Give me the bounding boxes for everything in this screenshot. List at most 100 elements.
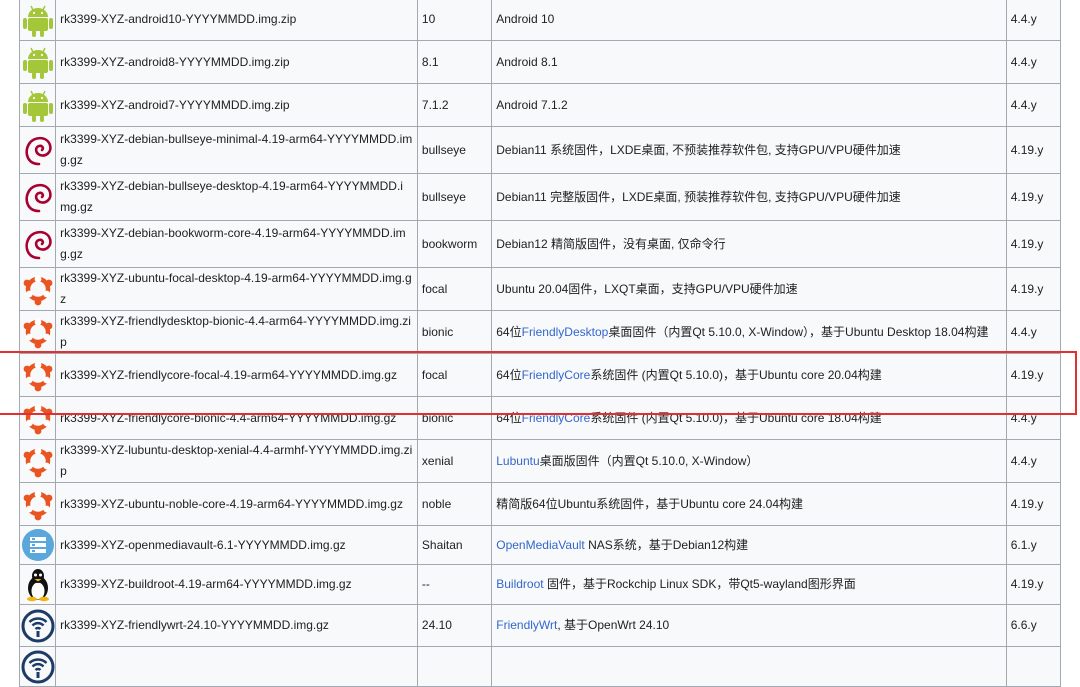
kernel-cell: 4.19.y <box>1005 482 1062 526</box>
description-text: Android 7.1.2 <box>496 97 568 112</box>
codename-cell: Shaitan <box>416 525 493 565</box>
firmware-table-body: rk3399-XYZ-android10-YYYYMMDD.img.zip 10… <box>18 0 1062 687</box>
description-text: Android 8.1 <box>496 54 558 69</box>
kernel-cell: 4.4.y <box>1005 0 1062 41</box>
filename-cell: rk3399-XYZ-friendlycore-bionic-4.4-arm64… <box>55 396 418 440</box>
description-link[interactable]: FriendlyDesktop <box>522 325 609 339</box>
codename-cell: focal <box>416 267 493 311</box>
os-icon-cell <box>18 0 57 41</box>
description-cell: Android 7.1.2 <box>491 83 1007 127</box>
kernel-cell: 4.4.y <box>1005 396 1062 440</box>
description-text: 64位 <box>496 367 522 382</box>
table-row: rk3399-XYZ-android10-YYYYMMDD.img.zip 10… <box>18 0 1062 41</box>
table-row <box>18 646 1062 687</box>
description-text: Debian12 精简版固件，没有桌面, 仅命令行 <box>496 236 726 251</box>
filename-cell: rk3399-XYZ-android8-YYYYMMDD.img.zip <box>55 40 418 84</box>
os-icon-cell <box>18 396 57 440</box>
description-text-suffix: 固件，基于Rockchip Linux SDK，带Qt5-wayland图形界面 <box>543 577 856 591</box>
description-text: Android 10 <box>496 12 555 26</box>
filename-cell <box>55 646 418 687</box>
kernel-cell: 4.19.y <box>1005 267 1062 311</box>
table-row: rk3399-XYZ-lubuntu-desktop-xenial-4.4-ar… <box>18 439 1062 483</box>
description-link[interactable]: Buildroot <box>496 577 543 591</box>
ubuntu-icon <box>21 271 55 307</box>
kernel-cell: 4.4.y <box>1005 310 1062 354</box>
description-cell: Lubuntu桌面版固件（内置Qt 5.10.0, X-Window） <box>491 439 1007 483</box>
description-link[interactable]: Lubuntu <box>496 454 539 468</box>
filename-cell: rk3399-XYZ-friendlydesktop-bionic-4.4-ar… <box>55 310 418 354</box>
table-row: rk3399-XYZ-android7-YYYYMMDD.img.zip 7.1… <box>18 83 1062 127</box>
description-text: Debian11 完整版固件，LXDE桌面, 预装推荐软件包, 支持GPU/VP… <box>496 189 901 204</box>
description-cell: Debian11 系统固件，LXDE桌面, 不预装推荐软件包, 支持GPU/VP… <box>491 126 1007 174</box>
debian-icon <box>21 177 55 217</box>
ubuntu-icon <box>21 443 55 479</box>
os-icon-cell <box>18 173 57 221</box>
table-row: rk3399-XYZ-friendlycore-bionic-4.4-arm64… <box>18 396 1062 440</box>
ubuntu-icon <box>21 357 55 393</box>
description-link[interactable]: OpenMediaVault <box>496 538 585 552</box>
kernel-cell: 4.19.y <box>1005 173 1062 221</box>
filename-cell: rk3399-XYZ-ubuntu-noble-core-4.19-arm64-… <box>55 482 418 526</box>
table-row: rk3399-XYZ-openmediavault-6.1-YYYYMMDD.i… <box>18 525 1062 565</box>
description-link[interactable]: FriendlyCore <box>522 411 591 425</box>
os-icon-cell <box>18 646 57 687</box>
table-row: rk3399-XYZ-android8-YYYYMMDD.img.zip 8.1… <box>18 40 1062 84</box>
description-text-suffix: , 基于OpenWrt 24.10 <box>557 618 670 632</box>
os-icon-cell <box>18 604 57 647</box>
description-cell: OpenMediaVault NAS系统，基于Debian12构建 <box>491 525 1007 565</box>
android-icon <box>21 2 55 38</box>
description-cell: Buildroot 固件，基于Rockchip Linux SDK，带Qt5-w… <box>491 564 1007 605</box>
filename-cell: rk3399-XYZ-openmediavault-6.1-YYYYMMDD.i… <box>55 525 418 565</box>
friendlywrt-icon <box>21 649 55 685</box>
debian-icon <box>21 130 55 170</box>
codename-cell: focal <box>416 353 493 397</box>
table-row: rk3399-XYZ-friendlycore-focal-4.19-arm64… <box>18 353 1062 397</box>
os-icon-cell <box>18 482 57 526</box>
description-link[interactable]: FriendlyCore <box>522 368 591 382</box>
kernel-cell: 4.19.y <box>1005 220 1062 268</box>
filename-cell: rk3399-XYZ-debian-bullseye-desktop-4.19-… <box>55 173 418 221</box>
description-cell: Android 8.1 <box>491 40 1007 84</box>
firmware-image-table: rk3399-XYZ-android10-YYYYMMDD.img.zip 10… <box>18 0 1062 687</box>
description-text: Debian11 系统固件，LXDE桌面, 不预装推荐软件包, 支持GPU/VP… <box>496 142 901 157</box>
description-cell: 64位FriendlyDesktop桌面固件（内置Qt 5.10.0, X-Wi… <box>491 310 1007 354</box>
description-cell: 64位FriendlyCore系统固件 (内置Qt 5.10.0)，基于Ubun… <box>491 353 1007 397</box>
kernel-cell: 4.4.y <box>1005 40 1062 84</box>
table-row: rk3399-XYZ-friendlywrt-24.10-YYYYMMDD.im… <box>18 604 1062 647</box>
description-cell: Debian11 完整版固件，LXDE桌面, 预装推荐软件包, 支持GPU/VP… <box>491 173 1007 221</box>
description-text: 64位 <box>496 324 522 339</box>
table-row: rk3399-XYZ-buildroot-4.19-arm64-YYYYMMDD… <box>18 564 1062 605</box>
codename-cell: bionic <box>416 396 493 440</box>
os-icon-cell <box>18 310 57 354</box>
codename-cell: bullseye <box>416 173 493 221</box>
description-text: 64位 <box>496 410 522 425</box>
friendlywrt-icon <box>21 608 55 644</box>
codename-cell <box>416 646 493 687</box>
table-row: rk3399-XYZ-debian-bullseye-desktop-4.19-… <box>18 173 1062 221</box>
codename-cell: bullseye <box>416 126 493 174</box>
table-row: rk3399-XYZ-friendlydesktop-bionic-4.4-ar… <box>18 310 1062 354</box>
os-icon-cell <box>18 126 57 174</box>
os-icon-cell <box>18 525 57 565</box>
openmediavault-icon <box>21 528 55 562</box>
filename-cell: rk3399-XYZ-friendlywrt-24.10-YYYYMMDD.im… <box>55 604 418 647</box>
description-cell: 64位FriendlyCore系统固件 (内置Qt 5.10.0)，基于Ubun… <box>491 396 1007 440</box>
kernel-cell: 4.19.y <box>1005 353 1062 397</box>
kernel-cell: 4.4.y <box>1005 83 1062 127</box>
kernel-cell: 4.19.y <box>1005 564 1062 605</box>
description-cell <box>491 646 1007 687</box>
codename-cell: -- <box>416 564 493 605</box>
filename-cell: rk3399-XYZ-ubuntu-focal-desktop-4.19-arm… <box>55 267 418 311</box>
android-icon <box>21 44 55 80</box>
os-icon-cell <box>18 564 57 605</box>
description-link[interactable]: FriendlyWrt <box>496 618 557 632</box>
table-row: rk3399-XYZ-debian-bookworm-core-4.19-arm… <box>18 220 1062 268</box>
codename-cell: 8.1 <box>416 40 493 84</box>
codename-cell: 24.10 <box>416 604 493 647</box>
filename-cell: rk3399-XYZ-debian-bullseye-minimal-4.19-… <box>55 126 418 174</box>
android-icon <box>21 87 55 123</box>
description-text: Ubuntu 20.04固件，LXQT桌面，支持GPU/VPU硬件加速 <box>496 281 798 296</box>
kernel-cell: 4.19.y <box>1005 126 1062 174</box>
description-cell: Debian12 精简版固件，没有桌面, 仅命令行 <box>491 220 1007 268</box>
description-cell: Ubuntu 20.04固件，LXQT桌面，支持GPU/VPU硬件加速 <box>491 267 1007 311</box>
